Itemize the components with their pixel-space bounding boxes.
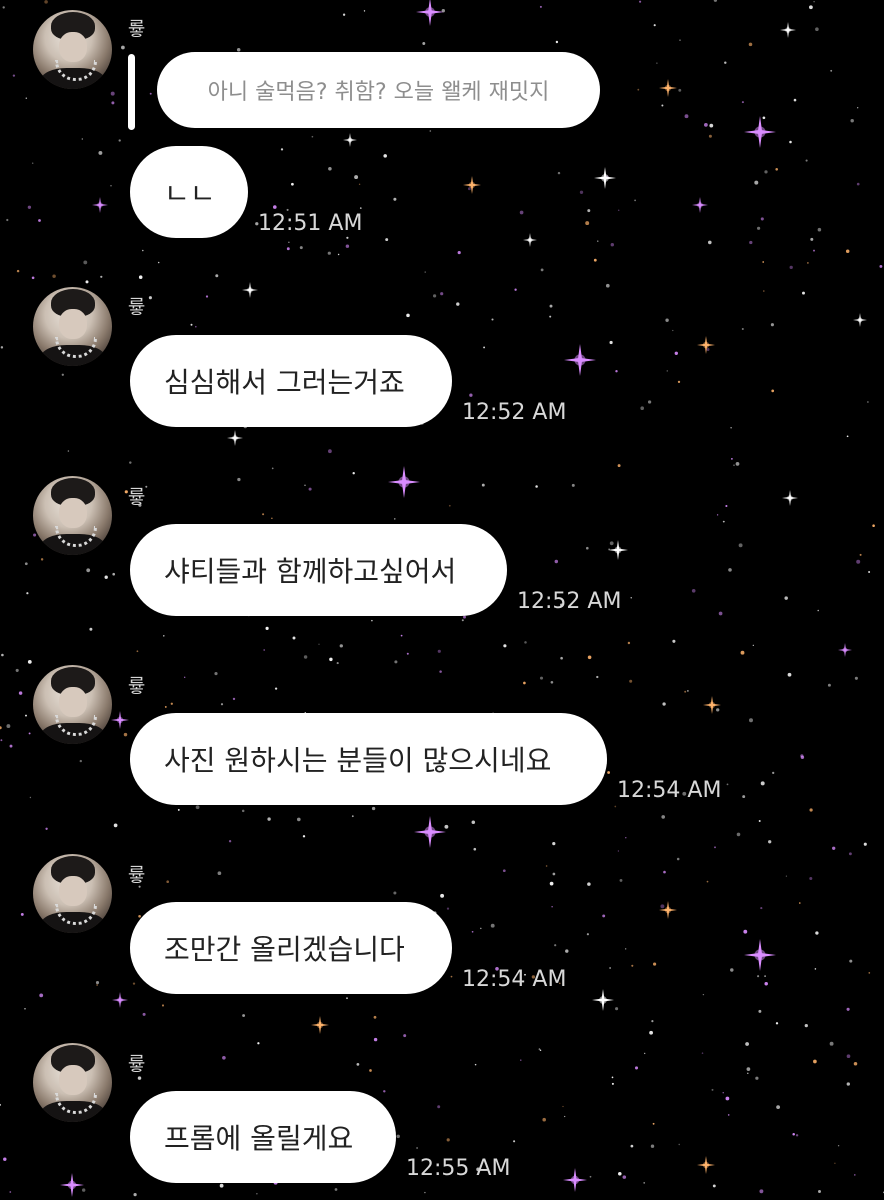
sender-name: 륳 [128,486,146,508]
message-timestamp: 12:51 AM [258,211,363,236]
message-bubble[interactable]: 사진 원하시는 분들이 많으시네요 [130,713,607,805]
sender-name: 륳 [128,18,146,40]
message-text: ㄴㄴ [164,177,216,210]
avatar[interactable] [33,854,112,933]
sender-name: 륳 [128,675,146,697]
message-bubble[interactable]: 조만간 올리겠습니다 [130,902,452,994]
reply-quote-bubble[interactable]: 아니 술먹음? 취함? 오늘 왤케 재밋지 [157,52,600,128]
message-timestamp: 12:54 AM [617,778,722,803]
message-text: 조만간 올리겠습니다 [164,933,405,966]
sender-name: 륳 [128,296,146,318]
message-timestamp: 12:52 AM [462,400,567,425]
sender-name: 륳 [128,1053,146,1075]
message-bubble[interactable]: 심심해서 그러는거죠 [130,335,452,427]
message-bubble[interactable]: 샤티들과 함께하고싶어서 [130,524,507,616]
avatar[interactable] [33,10,112,89]
message-timestamp: 12:55 AM [406,1156,511,1181]
message-timestamp: 12:52 AM [517,589,622,614]
message-bubble[interactable]: 프롬에 올릴게요 [130,1091,396,1183]
message-text: 프롬에 올릴게요 [164,1122,354,1155]
avatar[interactable] [33,665,112,744]
reply-quote-bar [128,54,135,130]
message-timestamp: 12:54 AM [462,967,567,992]
message-text: 샤티들과 함께하고싶어서 [164,555,457,588]
avatar[interactable] [33,287,112,366]
message-text: 심심해서 그러는거죠 [164,366,405,399]
avatar[interactable] [33,476,112,555]
message-bubble[interactable]: ㄴㄴ [130,146,248,238]
avatar[interactable] [33,1043,112,1122]
message-text: 사진 원하시는 분들이 많으시네요 [164,744,552,777]
sender-name: 륳 [128,864,146,886]
chat-thread: 륳 아니 술먹음? 취함? 오늘 왤케 재밋지 ㄴㄴ 12:51 AM 륳 심심… [0,0,884,1200]
